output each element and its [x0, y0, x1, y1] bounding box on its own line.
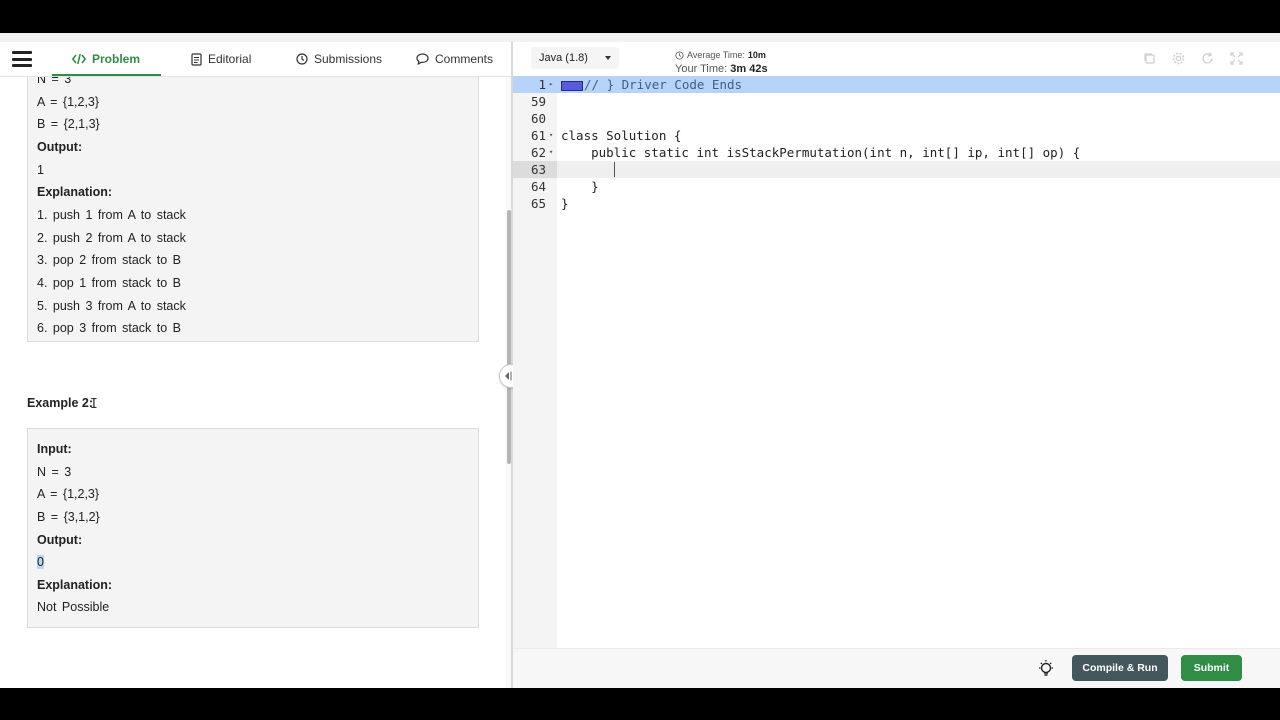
text-cursor-icon: I	[90, 397, 98, 412]
example-1-box: N = 3 A = {1,2,3} B = {2,1,3} Output: 1 …	[27, 77, 479, 342]
example-2-heading: Example 2:	[27, 396, 94, 410]
tab-editorial[interactable]: Editorial	[191, 42, 251, 76]
tab-comments-label: Comments	[435, 52, 494, 66]
active-tab-indicator	[52, 74, 161, 76]
fold-arrow-icon[interactable]: ▸	[549, 76, 553, 93]
example-2-line: B = {3,1,2}	[37, 510, 100, 524]
tab-editorial-label: Editorial	[208, 52, 252, 66]
comment-icon	[416, 53, 429, 65]
line-number: 63	[530, 162, 546, 177]
fullscreen-icon[interactable]	[1229, 51, 1244, 66]
code-line[interactable]: 1 ▸ // } Driver Code Ends	[513, 76, 1280, 93]
line-number: 60	[530, 111, 546, 126]
text-caret	[614, 162, 615, 177]
your-time-value: 3m 42s	[730, 63, 768, 75]
top-strip	[0, 33, 1280, 42]
example-1-output-value: 1	[37, 163, 44, 177]
line-number: 1	[538, 77, 546, 92]
problem-content: N = 3 A = {1,2,3} B = {2,1,3} Output: 1 …	[0, 77, 505, 688]
example-1-line: B = {2,1,3}	[37, 117, 100, 131]
folded-code-marker[interactable]	[561, 80, 583, 91]
average-time: Average Time: 10m	[675, 50, 766, 60]
clock-icon	[296, 53, 308, 65]
gear-icon[interactable]	[1171, 51, 1186, 66]
code-text: }	[561, 196, 569, 211]
your-time-label: Your Time:	[675, 63, 728, 75]
problem-panel: Problem Editorial Submissions Comments N…	[0, 42, 511, 688]
reset-icon[interactable]	[1200, 51, 1215, 66]
tab-submissions[interactable]: Submissions	[296, 42, 382, 76]
line-number: 64	[530, 179, 546, 194]
tab-problem[interactable]: Problem	[72, 42, 140, 76]
app-window: Problem Editorial Submissions Comments N…	[0, 33, 1280, 688]
tab-problem-label: Problem	[92, 52, 141, 66]
code-editor[interactable]: 1 ▸ // } Driver Code Ends 59 60 61 ▾ cla…	[513, 76, 1280, 648]
code-line[interactable]: 62 ▾ public static int isStackPermutatio…	[513, 144, 1280, 161]
code-line[interactable]: 65 }	[513, 195, 1280, 212]
code-line-current[interactable]: 63	[513, 161, 1280, 178]
example-1-step: 4. pop 1 from stack to B	[37, 276, 182, 290]
fold-arrow-icon[interactable]: ▾	[549, 144, 553, 161]
average-time-label: Average Time:	[687, 50, 745, 60]
problem-nav: Problem Editorial Submissions Comments	[0, 42, 511, 77]
example-2-line: N = 3	[37, 465, 72, 479]
code-text: }	[561, 179, 599, 194]
example-1-step: 1. push 1 from A to stack	[37, 208, 186, 222]
example-2-output-label: Output:	[37, 533, 83, 547]
example-2-box: Input: N = 3 A = {1,2,3} B = {3,1,2} Out…	[27, 428, 479, 628]
compile-run-button[interactable]: Compile & Run	[1072, 655, 1168, 681]
tab-submissions-label: Submissions	[314, 52, 383, 66]
line-number: 59	[530, 94, 546, 109]
example-1-explanation-label: Explanation:	[37, 185, 113, 199]
line-number: 65	[530, 196, 546, 211]
code-line[interactable]: 59	[513, 93, 1280, 110]
example-1-line: N = 3	[37, 77, 72, 86]
chevron-down-icon	[605, 56, 611, 60]
code-text: // } Driver Code Ends	[584, 77, 743, 92]
example-1-line: A = {1,2,3}	[37, 95, 100, 109]
your-time: Your Time: 3m 42s	[675, 63, 768, 75]
code-line[interactable]: 64 }	[513, 178, 1280, 195]
average-time-value: 10m	[747, 50, 766, 60]
menu-icon[interactable]	[12, 51, 32, 67]
language-select-value: Java (1.8)	[539, 52, 588, 64]
language-select[interactable]: Java (1.8)	[531, 47, 619, 69]
document-icon	[191, 52, 202, 66]
code-icon	[72, 53, 86, 65]
editor-toolbar: Java (1.8) Average Time: 10m Your Time: …	[513, 42, 1280, 76]
lightbulb-icon[interactable]	[1036, 659, 1056, 679]
code-line[interactable]: 61 ▾ class Solution {	[513, 127, 1280, 144]
editor-tools	[1142, 51, 1244, 66]
line-number: 62	[530, 145, 546, 160]
example-1-step: 6. pop 3 from stack to B	[37, 321, 182, 335]
clock-icon	[675, 50, 684, 60]
submit-button[interactable]: Submit	[1181, 655, 1242, 681]
example-1-step: 2. push 2 from A to stack	[37, 231, 186, 245]
editor-footer: Compile & Run Submit	[513, 648, 1280, 688]
code-text: class Solution {	[561, 128, 682, 143]
example-2-explanation: Not Possible	[37, 600, 110, 614]
tab-comments[interactable]: Comments	[416, 42, 493, 76]
example-2-input-label: Input:	[37, 442, 72, 456]
example-1-output-label: Output:	[37, 140, 83, 154]
example-2-explanation-label: Explanation:	[37, 578, 113, 592]
fold-arrow-icon[interactable]: ▾	[549, 127, 553, 144]
example-1-step: 3. pop 2 from stack to B	[37, 253, 182, 267]
line-number: 61	[530, 128, 546, 143]
example-2-line: A = {1,2,3}	[37, 487, 100, 501]
example-1-step: 5. push 3 from A to stack	[37, 299, 186, 313]
code-text: public static int isStackPermutation(int…	[561, 145, 1081, 160]
copy-icon[interactable]	[1142, 51, 1157, 66]
code-line[interactable]: 60	[513, 110, 1280, 127]
example-2-output-value: 0	[37, 555, 44, 569]
editor-panel: Java (1.8) Average Time: 10m Your Time: …	[513, 42, 1280, 688]
